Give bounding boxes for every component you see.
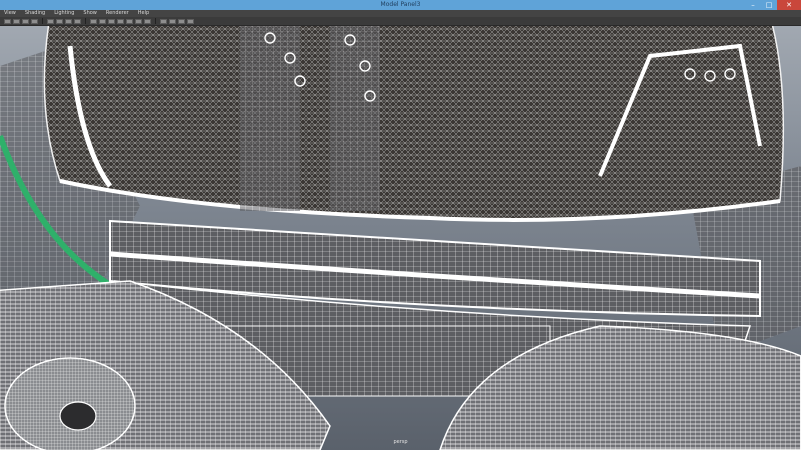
- xray-joints-icon[interactable]: [178, 18, 185, 24]
- toolbar-divider: [42, 18, 43, 24]
- lights-icon[interactable]: [126, 18, 133, 24]
- resolution-gate-icon[interactable]: [65, 18, 72, 24]
- hud-icon[interactable]: [187, 18, 194, 24]
- image-plane-icon[interactable]: [31, 18, 38, 24]
- menu-view[interactable]: View: [4, 10, 16, 17]
- dome-circuit-panel-b: [330, 26, 380, 211]
- isolate-select-icon[interactable]: [160, 18, 167, 24]
- menu-shading[interactable]: Shading: [25, 10, 45, 17]
- menu-renderer[interactable]: Renderer: [106, 10, 129, 17]
- panel-toolbar: [0, 17, 801, 26]
- close-button[interactable]: ✕: [777, 0, 801, 10]
- shadows-icon[interactable]: [135, 18, 142, 24]
- wireframe-scene: [0, 26, 801, 450]
- 3d-viewport[interactable]: persp: [0, 26, 801, 450]
- panel-menu-bar: View Shading Lighting Show Renderer Help: [0, 10, 801, 17]
- toolbar-divider: [85, 18, 86, 24]
- menu-help[interactable]: Help: [138, 10, 149, 17]
- window-controls: – □ ✕: [745, 0, 801, 10]
- film-gate-icon[interactable]: [56, 18, 63, 24]
- camera-name-label: persp: [393, 439, 408, 445]
- textured-icon[interactable]: [117, 18, 124, 24]
- smooth-shade-icon[interactable]: [99, 18, 106, 24]
- gate-mask-icon[interactable]: [74, 18, 81, 24]
- bookmark-icon[interactable]: [22, 18, 29, 24]
- wireframe-icon[interactable]: [90, 18, 97, 24]
- camera-attributes-icon[interactable]: [13, 18, 20, 24]
- wireframe-on-shaded-icon[interactable]: [108, 18, 115, 24]
- grid-icon[interactable]: [47, 18, 54, 24]
- window-title: Model Panel3: [380, 1, 421, 8]
- maximize-button[interactable]: □: [761, 0, 777, 10]
- select-camera-icon[interactable]: [4, 18, 11, 24]
- xray-icon[interactable]: [169, 18, 176, 24]
- title-bar[interactable]: Model Panel3 – □ ✕: [0, 0, 801, 10]
- minimize-button[interactable]: –: [745, 0, 761, 10]
- menu-show[interactable]: Show: [83, 10, 97, 17]
- left-hub-hole: [59, 401, 97, 431]
- ambient-occlusion-icon[interactable]: [144, 18, 151, 24]
- maya-model-panel-window: Model Panel3 – □ ✕ View Shading Lighting…: [0, 0, 801, 450]
- toolbar-divider: [155, 18, 156, 24]
- menu-lighting[interactable]: Lighting: [54, 10, 74, 17]
